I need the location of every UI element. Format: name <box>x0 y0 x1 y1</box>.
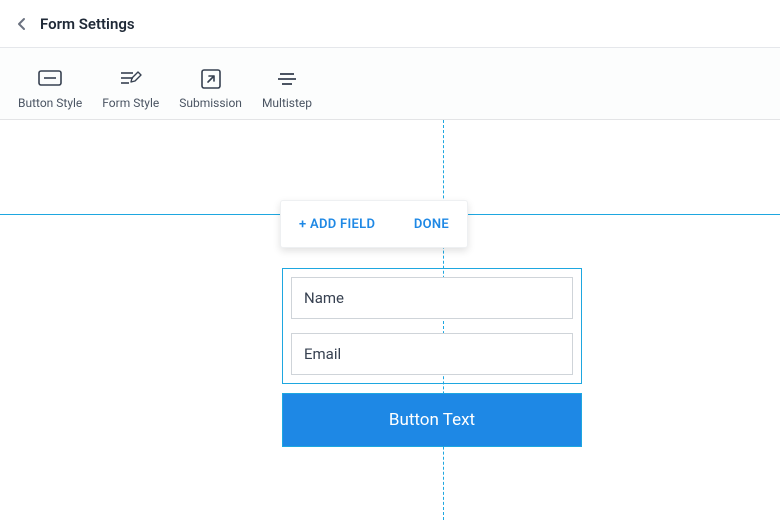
field-actions-popup: + ADD FIELD DONE <box>280 200 468 248</box>
button-style-icon <box>37 66 63 92</box>
field-label: Email <box>304 345 341 363</box>
toolbar-item-label: Form Style <box>102 96 159 110</box>
toolbar-item-multistep[interactable]: Multistep <box>252 56 322 116</box>
name-field[interactable]: Name <box>291 277 573 319</box>
done-button[interactable]: DONE <box>414 217 449 232</box>
header-bar: Form Settings <box>0 0 780 48</box>
submit-button-label: Button Text <box>389 410 475 430</box>
add-field-button[interactable]: + ADD FIELD <box>299 217 375 232</box>
page-title: Form Settings <box>40 15 135 33</box>
settings-toolbar: Button Style Form Style Submission Multi… <box>0 48 780 120</box>
field-label: Name <box>304 289 344 307</box>
multistep-icon <box>274 66 300 92</box>
toolbar-item-label: Submission <box>179 96 242 110</box>
form-inner: Name Email <box>283 269 581 383</box>
chevron-left-icon <box>17 17 27 31</box>
form-style-icon <box>118 66 144 92</box>
editor-canvas: + ADD FIELD DONE Name Email Button Text <box>0 120 780 520</box>
toolbar-item-form-style[interactable]: Form Style <box>92 56 169 116</box>
toolbar-item-label: Button Style <box>18 96 82 110</box>
toolbar-item-submission[interactable]: Submission <box>169 56 252 116</box>
submission-icon <box>198 66 224 92</box>
email-field[interactable]: Email <box>291 333 573 375</box>
toolbar-item-button-style[interactable]: Button Style <box>8 56 92 116</box>
back-button[interactable] <box>12 14 32 34</box>
form-fields-container[interactable]: Name Email <box>282 268 582 384</box>
submit-button[interactable]: Button Text <box>282 393 582 447</box>
toolbar-item-label: Multistep <box>262 96 312 110</box>
